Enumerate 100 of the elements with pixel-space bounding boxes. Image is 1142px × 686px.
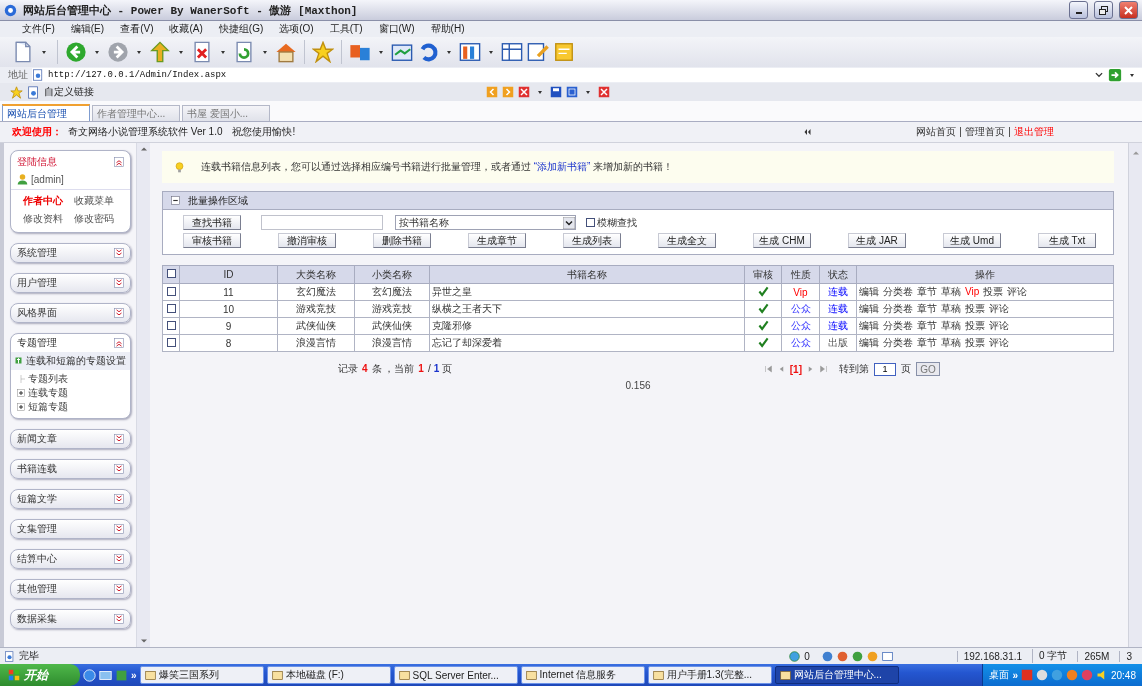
tree-item[interactable]: 短篇专题 — [28, 400, 68, 414]
restore-button[interactable] — [1094, 1, 1113, 19]
action-link[interactable]: 章节 — [917, 320, 937, 331]
collapse-arrows-icon[interactable] — [802, 128, 812, 136]
caret-icon[interactable] — [379, 50, 383, 54]
search-button[interactable]: 查找书籍 — [183, 215, 241, 230]
menu-item[interactable]: 窗口(W) — [370, 22, 423, 36]
close-button[interactable] — [1119, 1, 1138, 19]
section-title[interactable]: 文集管理 — [17, 522, 57, 536]
section-title[interactable]: 其他管理 — [17, 582, 57, 596]
home-icon[interactable] — [275, 41, 297, 63]
sidebar-section[interactable]: 数据采集 — [10, 609, 131, 629]
header-link[interactable]: 管理首页 — [960, 127, 1009, 137]
forward-icon[interactable] — [107, 41, 129, 63]
expand-icon[interactable] — [114, 524, 124, 534]
scroll-down-icon[interactable] — [139, 637, 148, 645]
row-checkbox[interactable] — [166, 303, 176, 313]
section-title[interactable]: 数据采集 — [17, 612, 57, 626]
scroll-up-icon[interactable] — [139, 145, 148, 153]
menu-item[interactable]: 帮助(H) — [422, 22, 473, 36]
sidebar-link[interactable]: 修改资料 — [23, 212, 74, 226]
action-link[interactable]: 投票 — [983, 286, 1004, 297]
window-icon[interactable] — [881, 650, 893, 662]
menu-item[interactable]: 查看(V) — [112, 22, 162, 36]
tree-item[interactable]: 连载专题 — [28, 386, 68, 400]
custom-links-item[interactable]: 自定义链接 — [44, 85, 94, 99]
section-title[interactable]: 书籍连载 — [17, 462, 57, 476]
section-title[interactable]: 用户管理 — [17, 276, 57, 290]
expand-icon[interactable] — [114, 308, 124, 318]
fuzzy-checkbox[interactable] — [586, 218, 595, 227]
expand-icon[interactable] — [114, 494, 124, 504]
browser-tab[interactable]: 作者管理中心... — [92, 105, 180, 121]
desktop-icon[interactable] — [99, 668, 112, 682]
collapse-icon[interactable] — [171, 196, 180, 205]
taskbar-button[interactable]: 网站后台管理中心... — [774, 666, 899, 684]
caret-icon[interactable] — [95, 50, 99, 54]
action-button[interactable]: 生成 Umd — [943, 233, 1001, 248]
action-link[interactable]: 章节 — [917, 337, 937, 348]
page-input[interactable]: 1 — [874, 362, 896, 376]
current-page-link[interactable]: [1] — [789, 363, 802, 375]
star-icon[interactable] — [312, 41, 334, 63]
taskbar-button[interactable]: SQL Server Enter... — [393, 666, 518, 684]
columns-icon[interactable] — [459, 41, 481, 63]
section-title[interactable]: 短篇文学 — [17, 492, 57, 506]
caret-icon[interactable] — [137, 50, 141, 54]
action-link[interactable]: 分类卷 — [883, 303, 913, 314]
close-tab-icon[interactable] — [518, 86, 530, 98]
panel-icon[interactable] — [501, 41, 523, 63]
new-page-icon[interactable] — [12, 41, 34, 63]
action-button[interactable]: 生成全文 — [658, 233, 716, 248]
select-all-checkbox[interactable] — [166, 269, 176, 278]
previous-page-icon[interactable] — [777, 365, 785, 373]
section-title[interactable]: 结算中心 — [17, 552, 57, 566]
menu-item[interactable]: 编辑(E) — [62, 22, 113, 36]
action-link[interactable]: 评论 — [989, 320, 1009, 331]
caret-icon[interactable] — [221, 50, 225, 54]
plus-icon[interactable] — [17, 403, 25, 411]
next-page-icon[interactable] — [807, 365, 814, 373]
more-button[interactable]: » — [131, 669, 137, 681]
expand-icon[interactable] — [114, 614, 124, 624]
action-link[interactable]: 分类卷 — [883, 337, 913, 348]
action-link[interactable]: 草稿 — [941, 320, 961, 331]
action-link[interactable]: 评论 — [989, 337, 1009, 348]
dropdown-icon[interactable] — [1094, 70, 1104, 80]
back-icon[interactable] — [65, 41, 87, 63]
sidebar-section[interactable]: 用户管理 — [10, 273, 131, 293]
action-link[interactable]: 投票 — [965, 320, 985, 331]
action-link[interactable]: 编辑 — [859, 320, 879, 331]
caret-icon[interactable] — [586, 90, 590, 94]
action-link[interactable]: 草稿 — [941, 286, 961, 297]
action-link[interactable]: 投票 — [965, 337, 985, 348]
dropdown-icon[interactable] — [563, 216, 575, 229]
address-field[interactable]: http://127.0.0.1/Admin/Index.aspx — [32, 68, 1142, 82]
section-title[interactable]: 风格界面 — [17, 306, 57, 320]
search-type-select[interactable]: 按书籍名称 — [395, 215, 576, 230]
header-link[interactable]: 网站首页 — [912, 127, 960, 137]
sidebar-section[interactable]: 系统管理 — [10, 243, 131, 263]
section-title[interactable]: 专题管理 — [17, 336, 57, 350]
restore-page-icon[interactable] — [566, 86, 578, 98]
sidebar-section[interactable]: 短篇文学 — [10, 489, 131, 509]
sidebar-link[interactable]: 修改密码 — [73, 212, 124, 226]
taskbar-button[interactable]: 用户手册1.3(完整... — [647, 666, 772, 684]
section-title[interactable]: 系统管理 — [17, 246, 57, 260]
sidebar-section[interactable]: 风格界面 — [10, 303, 131, 323]
action-link[interactable]: 分类卷 — [883, 320, 913, 331]
action-link[interactable]: 编辑 — [859, 303, 879, 314]
menu-item[interactable]: 快捷组(G) — [210, 22, 272, 36]
sidebar-link[interactable]: 收藏菜单 — [73, 194, 124, 208]
sidebar-section[interactable]: 结算中心 — [10, 549, 131, 569]
menu-item[interactable]: 工具(T) — [321, 22, 371, 36]
desktop-toolbar-label[interactable]: 桌面 — [989, 668, 1010, 682]
sidebar-section[interactable]: 新闻文章 — [10, 429, 131, 449]
plus-icon[interactable] — [17, 389, 25, 397]
action-link[interactable]: 章节 — [917, 303, 937, 314]
action-button[interactable]: 撤消审核 — [278, 233, 336, 248]
tree-item[interactable]: 专题列表 — [28, 372, 68, 386]
action-link[interactable]: 草稿 — [941, 337, 961, 348]
expand-icon[interactable] — [114, 464, 124, 474]
taskbar-button[interactable]: 爆笑三国系列 — [139, 666, 264, 684]
action-link[interactable]: 编辑 — [859, 337, 879, 348]
